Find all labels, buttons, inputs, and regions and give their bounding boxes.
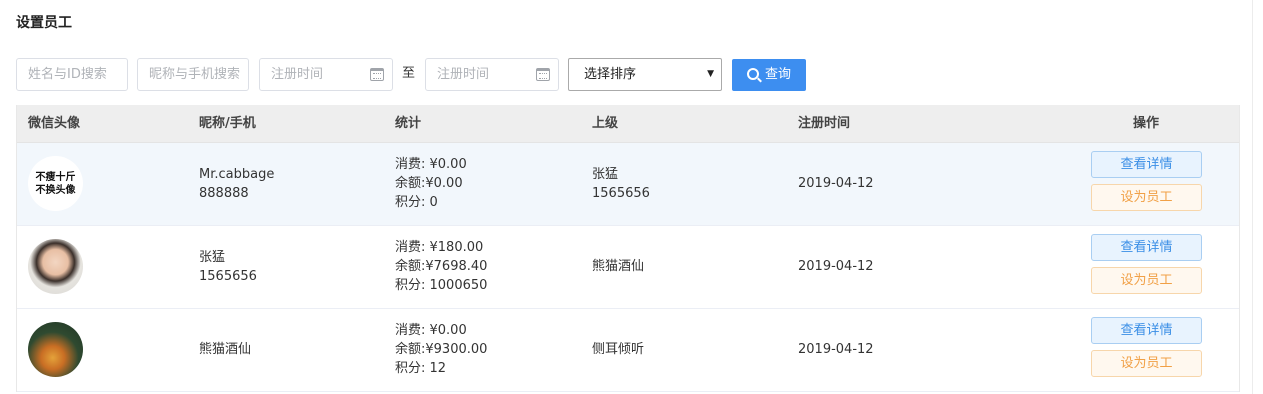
header-stats: 统计 bbox=[395, 116, 422, 131]
reg-start-placeholder: 注册时间 bbox=[271, 67, 324, 82]
superior-cell: 侧耳倾听 bbox=[592, 340, 644, 359]
name-id-search-input[interactable]: 姓名与ID搜索 bbox=[16, 58, 128, 91]
header-actions: 操作 bbox=[1133, 116, 1160, 131]
superior-cell: 熊猫酒仙 bbox=[592, 257, 644, 276]
points: 积分: 0 bbox=[395, 195, 438, 210]
avatar-text: 不换头像 bbox=[35, 184, 76, 196]
points: 积分: 12 bbox=[395, 361, 447, 376]
table-row: 不瘦十斤 不换头像 Mr.cabbage 888888 消费: ¥0.00 余额… bbox=[17, 143, 1239, 226]
superior-cell: 张猛 1565656 bbox=[592, 165, 650, 203]
balance: 余额:¥9300.00 bbox=[395, 342, 488, 357]
stats-cell: 消费: ¥0.00 余额:¥0.00 积分: 0 bbox=[395, 155, 467, 212]
nick-phone-cell: 熊猫酒仙 bbox=[199, 340, 251, 359]
nickname: Mr.cabbage bbox=[199, 167, 275, 182]
balance: 余额:¥7698.40 bbox=[395, 259, 488, 274]
points: 积分: 1000650 bbox=[395, 278, 488, 293]
superior-id: 1565656 bbox=[592, 186, 650, 201]
staff-table: 微信头像 昵称/手机 统计 上级 注册时间 操作 不瘦十斤 不换头像 Mr.ca… bbox=[16, 105, 1240, 392]
phone: 888888 bbox=[199, 186, 249, 201]
reg-end-placeholder: 注册时间 bbox=[437, 67, 490, 82]
nick-phone-cell: 张猛 1565656 bbox=[199, 248, 257, 286]
phone: 1565656 bbox=[199, 269, 257, 284]
page-divider bbox=[1252, 0, 1253, 394]
header-reg-time: 注册时间 bbox=[798, 116, 851, 131]
query-button[interactable]: 查询 bbox=[732, 59, 806, 91]
avatar-text: 不瘦十斤 bbox=[35, 171, 76, 183]
table-row: 张猛 1565656 消费: ¥180.00 余额:¥7698.40 积分: 1… bbox=[17, 226, 1239, 309]
sort-selected-value: 选择排序 bbox=[584, 67, 637, 82]
view-detail-button[interactable]: 查看详情 bbox=[1091, 151, 1202, 178]
stats-cell: 消费: ¥0.00 余额:¥9300.00 积分: 12 bbox=[395, 321, 487, 378]
filter-bar: 姓名与ID搜索 昵称与手机搜索 注册时间 至 注册时间 选择排序 ▼ 查询 bbox=[16, 58, 816, 91]
page-title: 设置员工 bbox=[16, 15, 72, 31]
calendar-icon[interactable] bbox=[370, 68, 384, 81]
sort-select[interactable]: 选择排序 ▼ bbox=[568, 58, 722, 91]
avatar: 不瘦十斤 不换头像 bbox=[28, 156, 83, 211]
superior-name: 张猛 bbox=[592, 167, 619, 182]
reg-start-date-input[interactable]: 注册时间 bbox=[259, 58, 393, 91]
header-nick-phone: 昵称/手机 bbox=[199, 116, 256, 131]
date-range-to-label: 至 bbox=[402, 66, 416, 81]
caret-down-icon: ▼ bbox=[707, 69, 714, 79]
view-detail-button[interactable]: 查看详情 bbox=[1091, 234, 1202, 261]
avatar bbox=[28, 239, 83, 294]
query-button-label: 查询 bbox=[765, 67, 792, 82]
superior-name: 侧耳倾听 bbox=[592, 342, 645, 357]
reg-end-date-input[interactable]: 注册时间 bbox=[425, 58, 559, 91]
avatar bbox=[28, 322, 83, 377]
nickname: 张猛 bbox=[199, 250, 226, 265]
search-icon bbox=[747, 68, 759, 80]
reg-date: 2019-04-12 bbox=[798, 259, 874, 274]
table-row: 熊猫酒仙 消费: ¥0.00 余额:¥9300.00 积分: 12 侧耳倾听 2… bbox=[17, 309, 1239, 392]
consume: 消费: ¥180.00 bbox=[395, 240, 484, 255]
superior-name: 熊猫酒仙 bbox=[592, 259, 645, 274]
stats-cell: 消费: ¥180.00 余额:¥7698.40 积分: 1000650 bbox=[395, 238, 487, 295]
table-header: 微信头像 昵称/手机 统计 上级 注册时间 操作 bbox=[17, 105, 1239, 143]
set-staff-button[interactable]: 设为员工 bbox=[1091, 350, 1202, 377]
nick-phone-cell: Mr.cabbage 888888 bbox=[199, 165, 274, 203]
header-superior: 上级 bbox=[592, 116, 619, 131]
nickname: 熊猫酒仙 bbox=[199, 342, 252, 357]
nick-phone-search-input[interactable]: 昵称与手机搜索 bbox=[137, 58, 249, 91]
reg-date: 2019-04-12 bbox=[798, 176, 874, 191]
consume: 消费: ¥0.00 bbox=[395, 323, 467, 338]
balance: 余额:¥0.00 bbox=[395, 176, 463, 191]
set-staff-button[interactable]: 设为员工 bbox=[1091, 184, 1202, 211]
calendar-icon[interactable] bbox=[536, 68, 550, 81]
header-avatar: 微信头像 bbox=[28, 116, 81, 131]
set-staff-button[interactable]: 设为员工 bbox=[1091, 267, 1202, 294]
consume: 消费: ¥0.00 bbox=[395, 157, 467, 172]
reg-date: 2019-04-12 bbox=[798, 342, 874, 357]
view-detail-button[interactable]: 查看详情 bbox=[1091, 317, 1202, 344]
